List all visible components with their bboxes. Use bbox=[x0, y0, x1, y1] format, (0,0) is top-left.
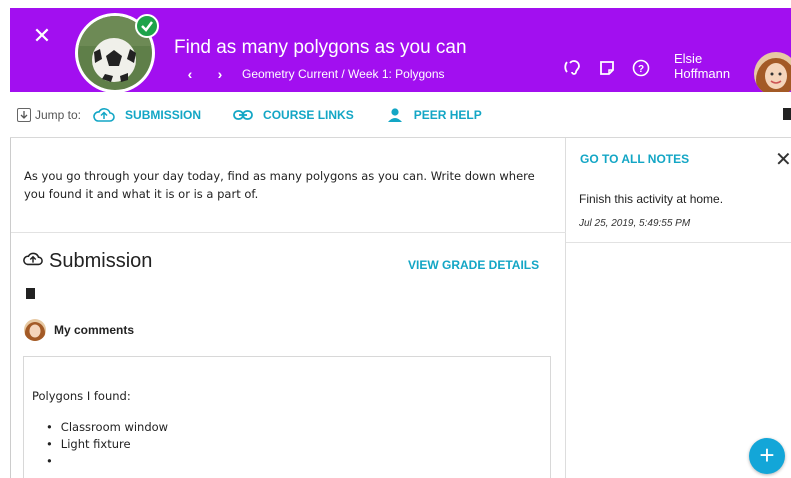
document-icon[interactable] bbox=[783, 108, 791, 120]
go-to-all-notes-link[interactable]: GO TO ALL NOTES bbox=[580, 152, 689, 166]
close-icon[interactable]: ✕ bbox=[775, 147, 791, 172]
user-last-name: Hoffmann bbox=[674, 66, 731, 81]
chevron-left-icon[interactable]: ‹ bbox=[182, 66, 198, 82]
complete-check-icon bbox=[135, 14, 159, 38]
user-first-name: Elsie bbox=[674, 51, 703, 66]
view-grade-details-button[interactable]: VIEW GRADE DETAILS bbox=[408, 258, 539, 272]
user-avatar[interactable] bbox=[754, 52, 791, 96]
page-title: Find as many polygons as you can bbox=[174, 37, 467, 58]
breadcrumb-text[interactable]: Geometry Current / Week 1: Polygons bbox=[242, 67, 445, 81]
activity-description: As you go through your day today, find a… bbox=[24, 169, 535, 201]
divider bbox=[11, 232, 567, 233]
activity-content: As you go through your day today, find a… bbox=[10, 138, 567, 478]
my-comments-header: My comments bbox=[24, 319, 134, 341]
header-actions: ? bbox=[563, 58, 665, 78]
jump-submission-link[interactable]: SUBMISSION bbox=[93, 107, 201, 123]
jump-peer-help-link[interactable]: PEER HELP bbox=[386, 107, 482, 123]
cloud-upload-icon bbox=[93, 107, 115, 123]
list-item: Light fixture bbox=[46, 436, 168, 453]
avatar bbox=[24, 319, 46, 341]
note-text: Finish this activity at home. bbox=[579, 192, 724, 206]
list-item: Classroom window bbox=[46, 419, 168, 436]
list-item bbox=[46, 453, 168, 470]
cloud-upload-icon bbox=[23, 251, 43, 272]
jump-submission-label: SUBMISSION bbox=[125, 107, 202, 122]
link-icon bbox=[233, 109, 253, 121]
close-icon[interactable]: ✕ bbox=[32, 25, 52, 47]
jump-to-toolbar: Jump to: SUBMISSION COURSE LINKS PEER HE… bbox=[10, 92, 791, 138]
breadcrumb: ‹ › Geometry Current / Week 1: Polygons bbox=[182, 65, 445, 83]
comment-list: Classroom window Light fixture bbox=[46, 419, 168, 470]
file-icon[interactable] bbox=[26, 288, 35, 299]
jump-course-links-label: COURSE LINKS bbox=[263, 107, 354, 122]
user-name[interactable]: Elsie Hoffmann bbox=[674, 51, 730, 81]
page: ✕ Find as many polygons as you can ‹ › G… bbox=[0, 0, 791, 478]
comment-editor[interactable]: Polygons I found: Classroom window Light… bbox=[23, 356, 551, 478]
my-comments-label: My comments bbox=[54, 323, 135, 337]
add-note-button[interactable]: + bbox=[749, 438, 785, 474]
header-bar: ✕ Find as many polygons as you can ‹ › G… bbox=[10, 8, 791, 96]
hearing-icon[interactable] bbox=[563, 58, 583, 78]
svg-text:?: ? bbox=[638, 64, 644, 75]
note-timestamp: Jul 25, 2019, 5:49:55 PM bbox=[579, 218, 691, 229]
divider bbox=[566, 242, 791, 243]
jump-label: Jump to: bbox=[35, 107, 82, 122]
jump-course-links-link[interactable]: COURSE LINKS bbox=[233, 108, 354, 122]
jump-peer-help-label: PEER HELP bbox=[413, 107, 482, 122]
submission-heading: Submission bbox=[23, 250, 152, 273]
help-icon[interactable]: ? bbox=[631, 58, 651, 78]
note-icon[interactable] bbox=[597, 58, 617, 78]
person-icon bbox=[386, 107, 404, 123]
notes-panel: GO TO ALL NOTES ✕ Finish this activity a… bbox=[566, 138, 791, 478]
chevron-right-icon[interactable]: › bbox=[212, 66, 228, 82]
submission-title: Submission bbox=[49, 250, 153, 272]
jump-down-icon bbox=[17, 107, 31, 122]
comment-heading: Polygons I found: bbox=[32, 389, 131, 403]
